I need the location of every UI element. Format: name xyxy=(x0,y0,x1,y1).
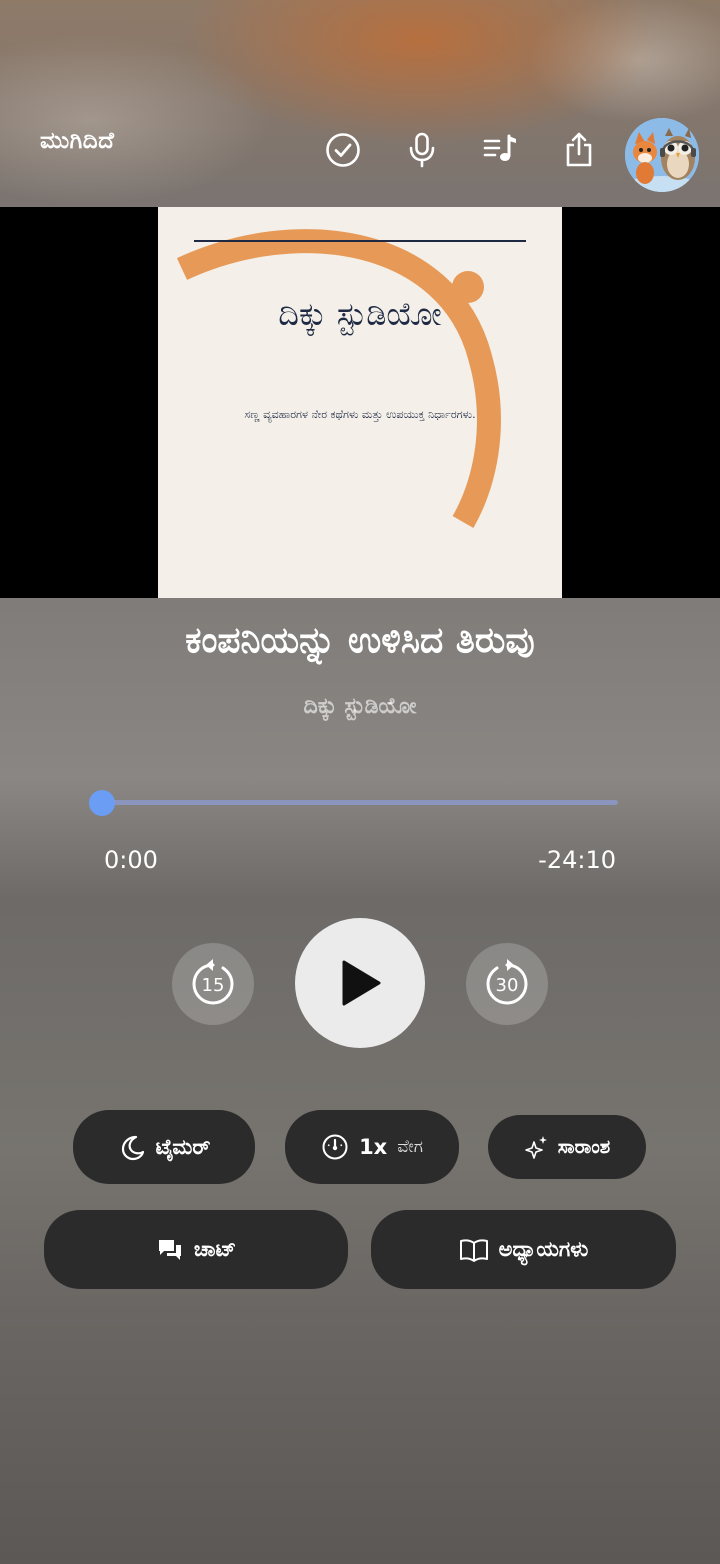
forward-label: 30 xyxy=(496,975,519,996)
chat-label: ಚಾಟ್ xyxy=(193,1237,237,1261)
progress-thumb[interactable] xyxy=(89,790,115,816)
speed-value: 1x xyxy=(359,1135,388,1159)
rewind-button[interactable]: 15 xyxy=(172,943,254,1025)
chat-button[interactable]: ಚಾಟ್ xyxy=(44,1210,348,1289)
chat-icon xyxy=(158,1239,181,1260)
video-area: ದಿಕ್ಕು ಸ್ಟುಡಿಯೋ ಸಣ್ಣ ವ್ಯವಹಾರಗಳ ನೇರ ಕಥೆಗಳ… xyxy=(0,207,720,598)
share-icon[interactable] xyxy=(559,130,599,170)
speed-button[interactable]: 1x ವೇಗ xyxy=(285,1110,459,1184)
top-bar: ಮುಗಿದಿದೆ xyxy=(0,118,720,192)
forward-button[interactable]: 30 xyxy=(466,943,548,1025)
forward-30-icon: 30 xyxy=(486,959,528,1005)
chapters-label: ಅಧ್ಯಾಯಗಳು xyxy=(498,1237,589,1261)
avatar[interactable] xyxy=(625,118,699,192)
microphone-icon[interactable] xyxy=(402,130,442,170)
rewind-label: 15 xyxy=(202,975,225,996)
remaining-time: -24:10 xyxy=(538,846,616,874)
play-button[interactable] xyxy=(295,918,425,1048)
summary-button[interactable]: ಸಾರಾಂಶ xyxy=(488,1115,646,1179)
cover-arc xyxy=(176,229,501,528)
check-circle-icon[interactable] xyxy=(323,130,363,170)
cover-title: ದಿಕ್ಕು ಸ್ಟುಡಿಯೋ xyxy=(278,295,442,333)
track-title: ಕಂಪನಿಯನ್ನು ಉಳಿಸಿದ ತಿರುವು xyxy=(185,620,535,661)
cover-subtitle: ಸಣ್ಣ ವ್ಯವಹಾರಗಳ ನೇರ ಕಥೆಗಳು ಮತ್ತು ಉಪಯುಕ್ತ … xyxy=(244,408,476,421)
rewind-15-icon: 15 xyxy=(192,959,234,1005)
track-artist[interactable]: ದಿಕ್ಕು ಸ್ಟುಡಿಯೋ xyxy=(0,694,720,719)
timer-button[interactable]: ಟೈಮರ್ xyxy=(73,1110,255,1184)
cover-divider xyxy=(194,240,526,242)
summary-label: ಸಾರಾಂಶ xyxy=(557,1136,611,1158)
timer-label: ಟೈಮರ್ xyxy=(155,1134,211,1159)
done-button[interactable]: ಮುಗಿದಿದೆ xyxy=(40,128,114,154)
play-icon xyxy=(342,960,381,1006)
playlist-icon[interactable] xyxy=(480,130,520,170)
sparkle-icon xyxy=(524,1136,547,1159)
moon-icon xyxy=(121,1135,144,1161)
chapters-button[interactable]: ಅಧ್ಯಾಯಗಳು xyxy=(371,1210,676,1289)
progress-bar[interactable] xyxy=(102,800,618,805)
speedometer-icon xyxy=(322,1134,348,1160)
elapsed-time: 0:00 xyxy=(104,846,158,874)
speed-label: ವೇಗ xyxy=(397,1137,423,1157)
cover-art: ದಿಕ್ಕು ಸ್ಟುಡಿಯೋ ಸಣ್ಣ ವ್ಯವಹಾರಗಳ ನೇರ ಕಥೆಗಳ… xyxy=(158,207,562,598)
book-icon xyxy=(459,1238,488,1262)
